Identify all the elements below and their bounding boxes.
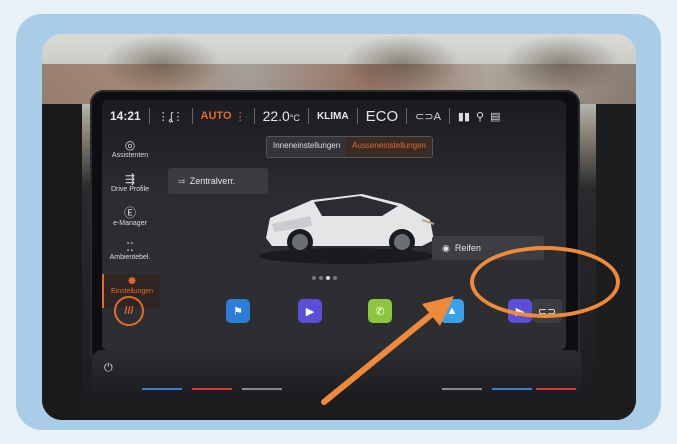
dashboard-photo: 14:21 ⋮ʆ⋮ AUTO ⋮ 22.0°C KLIMA ECO ⊂⊃A ▮▮…: [42, 34, 636, 420]
annotation-arrow: [321, 296, 454, 405]
